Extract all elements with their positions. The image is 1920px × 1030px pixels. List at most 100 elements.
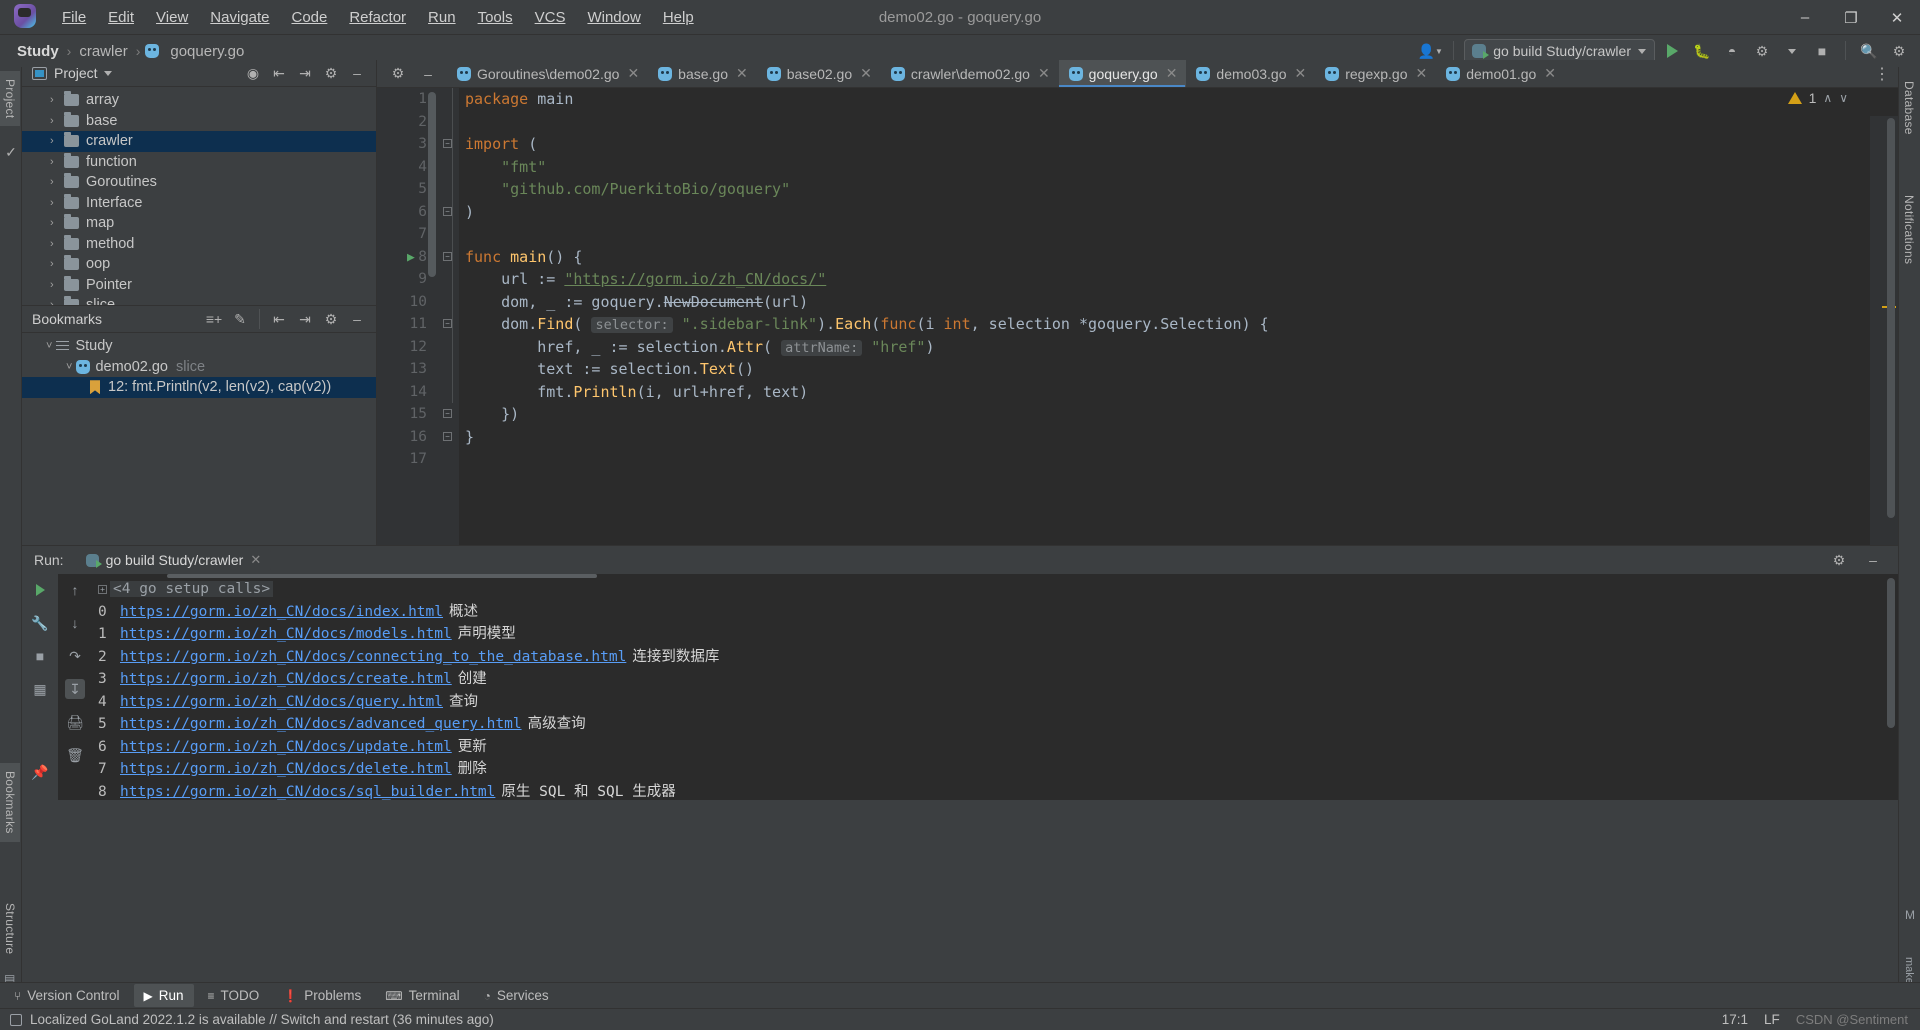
tool-window-tab[interactable]: ◔ Services [474,984,559,1007]
console-output-line[interactable]: 3 https://gorm.io/zh_CN/docs/create.html 创… [98,668,1898,691]
menu-refactor[interactable]: Refactor [339,5,416,30]
console-link[interactable]: https://gorm.io/zh_CN/docs/update.html [120,739,452,755]
run-console-output[interactable]: + <4 go setup calls> 0 https://gorm.io/zh_C… [92,574,1898,800]
commit-icon[interactable]: ✓ [0,140,22,164]
tool-window-tab[interactable]: ▶ Run [133,984,194,1007]
console-output-line[interactable]: 0 https://gorm.io/zh_CN/docs/index.html 概述 [98,601,1898,624]
editor-gutter[interactable]: 1 2 3 4 5 6 7 8 9 10 11 12 13 14 15 16 17 ▶ [377,88,437,545]
close-icon[interactable]: ✕ [627,65,639,82]
chevron-right-icon[interactable]: › [50,115,64,127]
console-link[interactable]: https://gorm.io/zh_CN/docs/models.html [120,626,452,642]
stop-icon[interactable]: ■ [30,646,50,666]
console-setup-line[interactable]: + <4 go setup calls> [98,578,1898,601]
chevron-right-icon[interactable]: › [50,279,64,291]
gear-icon[interactable]: ⚙ [1826,548,1852,572]
project-tree-item[interactable]: › Pointer [22,275,376,296]
close-icon[interactable]: ✕ [1038,65,1050,82]
main-menu[interactable]: File Edit View Navigate Code Refactor Ru… [52,5,704,30]
sidebar-item-database[interactable]: Database [1899,73,1919,143]
console-link[interactable]: https://gorm.io/zh_CN/docs/query.html [120,694,443,710]
chevron-down-icon[interactable] [103,70,112,76]
code-line[interactable]: fmt.Println(i, url+href, text) [465,381,1898,404]
console-output-line[interactable]: 4 https://gorm.io/zh_CN/docs/query.html 查询 [98,691,1898,714]
code-fold-icon[interactable]: − [443,139,452,148]
editor-tab[interactable]: base02.go ✕ [757,60,881,87]
close-icon[interactable]: ✕ [1544,65,1556,82]
console-link[interactable]: https://gorm.io/zh_CN/docs/advanced_quer… [120,716,522,732]
sidebar-item-notifications[interactable]: Notifications [1899,187,1919,272]
code-line[interactable]: func main() { [465,246,1898,269]
run-session-tab[interactable]: go build Study/crawler ✕ [75,549,272,571]
up-arrow-icon[interactable]: ↑ [65,580,85,600]
chevron-right-icon[interactable]: › [50,94,64,106]
chevron-right-icon[interactable]: › [50,238,64,250]
bookmarks-tree[interactable]: ˅ Study ˅ demo02.go slice 12: fmt.Printl… [22,333,376,398]
console-output-line[interactable]: 5 https://gorm.io/zh_CN/docs/advanced_que… [98,713,1898,736]
code-content[interactable]: package main import ( "fmt" "github.com/… [459,88,1898,545]
chevron-down-icon[interactable]: ˅ [66,361,72,373]
scroll-to-end-icon[interactable]: ↧ [65,679,85,699]
tool-window-tab[interactable]: ⌨ Terminal [375,984,469,1007]
console-output-line[interactable]: 8 https://gorm.io/zh_CN/docs/sql_builder.… [98,781,1898,801]
chevron-down-icon[interactable]: ∨ [1839,91,1848,105]
close-button[interactable]: ✕ [1874,0,1920,35]
expand-all-icon[interactable]: ⇤ [266,307,292,331]
add-bookmark-icon[interactable]: ≡+ [201,307,227,331]
wrench-icon[interactable]: 🔧 [30,613,50,633]
caret-position[interactable]: 17:1 [1722,1012,1748,1027]
line-separator[interactable]: LF [1764,1012,1780,1027]
menu-edit[interactable]: Edit [98,5,144,30]
editor-tab[interactable]: goquery.go ✕ [1058,60,1187,87]
code-line[interactable]: dom, _ := goquery.NewDocument(url) [465,291,1898,314]
chevron-right-icon[interactable]: › [50,258,64,270]
editor-scroll-thumb[interactable] [1887,118,1895,518]
close-icon[interactable]: ✕ [1294,65,1306,82]
trash-icon[interactable]: 🗑 [65,745,85,765]
console-link[interactable]: https://gorm.io/zh_CN/docs/delete.html [120,761,452,777]
project-tree-item[interactable]: › crawler [22,131,376,152]
code-line[interactable]: package main [465,88,1898,111]
console-link[interactable]: https://gorm.io/zh_CN/docs/create.html [120,671,452,687]
status-message[interactable]: Localized GoLand 2022.1.2 is available /… [30,1012,494,1027]
menu-tools[interactable]: Tools [468,5,523,30]
menu-run[interactable]: Run [418,5,466,30]
code-line[interactable]: url := "https://gorm.io/zh_CN/docs/" [465,268,1898,291]
project-tree-item[interactable]: › function [22,152,376,173]
console-output-line[interactable]: 1 https://gorm.io/zh_CN/docs/models.html 声… [98,623,1898,646]
project-tree[interactable]: › array › base › crawler › function › Goroutines ›… [22,87,376,316]
chevron-right-icon[interactable]: › [50,135,64,147]
panel-settings-icon[interactable]: ⚙ [318,61,344,85]
expand-all-icon[interactable]: ⇤ [266,61,292,85]
make-strip-label[interactable]: make [1903,957,1915,984]
collapse-all-icon[interactable]: ⇥ [292,61,318,85]
project-tree-item[interactable]: › oop [22,254,376,275]
project-tree-item[interactable]: › array [22,90,376,111]
m-strip-icon[interactable]: M [1905,908,1915,922]
run-line-gutter-icon[interactable]: ▶ [407,250,415,265]
project-tree-item[interactable]: › Goroutines [22,172,376,193]
console-horizontal-scrollbar[interactable] [167,574,597,578]
down-arrow-icon[interactable]: ↓ [65,613,85,633]
code-line[interactable]: "github.com/PuerkitoBio/goquery" [465,178,1898,201]
code-line[interactable]: }) [465,403,1898,426]
code-fold-icon[interactable]: − [443,206,452,216]
editor-fold-gutter[interactable]: − − − − − − [437,88,459,545]
code-fold-icon[interactable]: − [443,431,452,441]
console-output-line[interactable]: 2 https://gorm.io/zh_CN/docs/connecting_t… [98,646,1898,669]
console-link[interactable]: https://gorm.io/zh_CN/docs/connecting_to… [120,649,626,665]
code-line[interactable] [465,111,1898,134]
gutter-scroll-thumb[interactable] [428,92,436,277]
code-line[interactable]: ) [465,201,1898,224]
hide-panel-icon[interactable]: – [344,307,370,331]
gear-icon[interactable]: ⚙ [385,62,411,86]
rerun-icon[interactable] [30,580,50,600]
editor-tab[interactable]: demo03.go ✕ [1186,60,1315,87]
code-line[interactable]: } [465,426,1898,449]
project-tree-item[interactable]: › base [22,111,376,132]
sidebar-item-project[interactable]: Project [0,71,20,127]
minimize-button[interactable]: – [1782,0,1828,35]
chevron-down-icon[interactable]: ˅ [46,340,52,352]
editor-tab[interactable]: crawler\demo02.go ✕ [881,60,1059,87]
console-vertical-scrollbar[interactable] [1887,578,1895,728]
code-editor[interactable]: 1 2 3 4 5 6 7 8 9 10 11 12 13 14 15 16 17 ▶ − − − − − − packag… [377,88,1898,545]
